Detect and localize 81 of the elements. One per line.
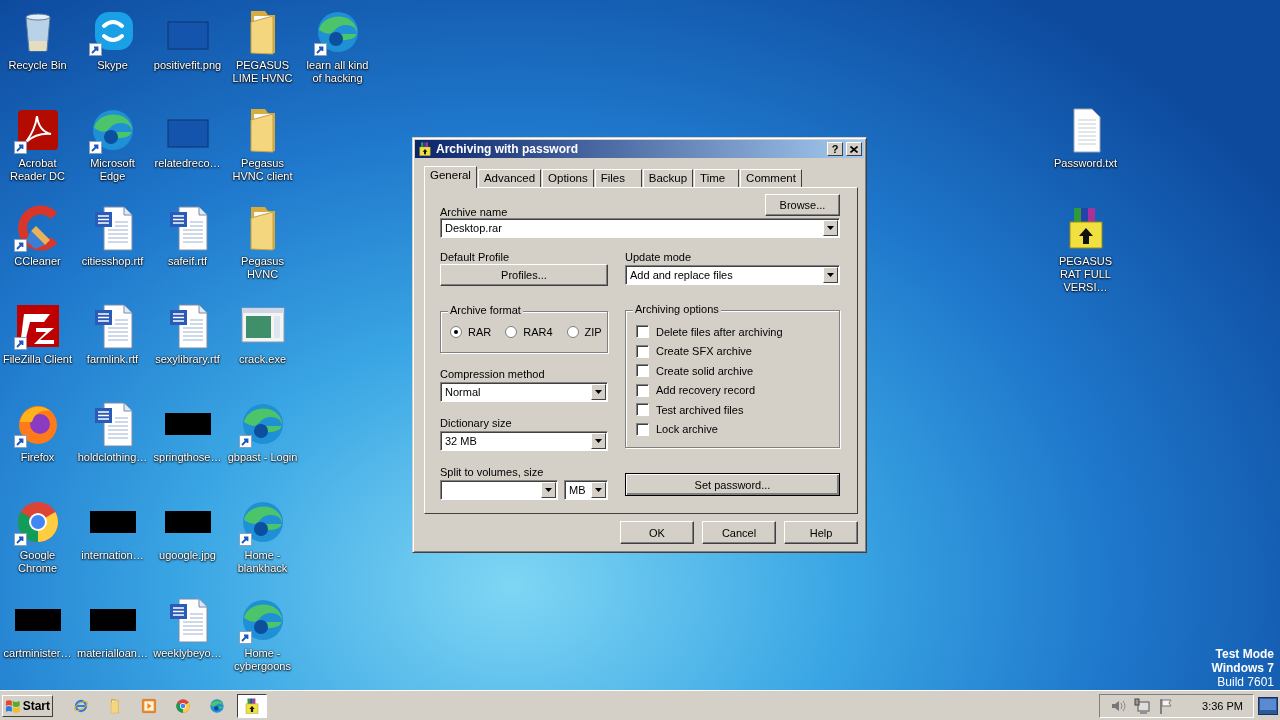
icon-label[interactable]: Acrobat Reader DC bbox=[1, 157, 74, 183]
watermark-text: Test Mode bbox=[1214, 647, 1274, 661]
tab[interactable]: Advanced bbox=[477, 169, 542, 187]
icon-label[interactable]: CCleaner bbox=[14, 255, 61, 268]
archive-box-icon bbox=[417, 141, 433, 157]
close-icon bbox=[850, 145, 858, 153]
network-icon bbox=[1134, 697, 1151, 714]
group-title: Archive format bbox=[448, 304, 523, 316]
radio-option[interactable]: RAR bbox=[450, 326, 492, 338]
caret-icon bbox=[595, 439, 602, 443]
icon-label[interactable]: relatedreco… bbox=[154, 157, 221, 170]
profiles-button[interactable]: Profiles... bbox=[440, 264, 608, 286]
icon-label[interactable]: Password.txt bbox=[1054, 157, 1117, 170]
watermark-text: Windows 7 bbox=[1211, 661, 1274, 675]
dropdown[interactable]: Normal bbox=[440, 382, 608, 402]
caret-icon bbox=[545, 488, 552, 492]
window-title: Archiving with password bbox=[436, 142, 580, 156]
icon-label[interactable]: farmlink.rtf bbox=[86, 353, 139, 366]
icon-label[interactable]: Firefox bbox=[20, 451, 55, 464]
caret-icon bbox=[827, 226, 834, 230]
field-label: Default Profile bbox=[440, 251, 511, 263]
media-player-icon bbox=[141, 697, 157, 714]
close-button[interactable] bbox=[846, 142, 862, 156]
help-button[interactable]: ? bbox=[827, 142, 843, 156]
checkbox-option[interactable]: Add recovery record bbox=[626, 383, 839, 397]
tab[interactable]: Time bbox=[694, 169, 740, 187]
dropdown[interactable] bbox=[440, 480, 558, 500]
radio-option[interactable]: ZIP bbox=[566, 326, 602, 338]
icon-label[interactable]: PEGASUS LIME HVNC bbox=[226, 59, 299, 85]
caret-icon bbox=[827, 273, 834, 277]
field-label: Dictionary size bbox=[440, 417, 513, 429]
icon-label[interactable]: PEGASUS RAT FULL VERSI… bbox=[1049, 255, 1122, 294]
clock[interactable]: 3:36 PM bbox=[1202, 699, 1243, 712]
dropdown[interactable]: MB bbox=[564, 480, 608, 500]
icon-label[interactable]: positivefit.png bbox=[153, 59, 222, 72]
radio-option[interactable]: RAR4 bbox=[505, 326, 553, 338]
archive-box-icon bbox=[243, 696, 261, 715]
set-password-button[interactable]: Set password... bbox=[625, 473, 840, 496]
dialog-button[interactable]: Help bbox=[784, 521, 858, 544]
icon-label[interactable]: Pegasus HVNC bbox=[226, 255, 299, 281]
checkbox-option[interactable]: Create SFX archive bbox=[626, 344, 839, 358]
show-desktop-icon bbox=[1258, 696, 1278, 715]
dropdown[interactable]: Desktop.rar bbox=[440, 218, 840, 238]
tab[interactable]: Comment bbox=[740, 169, 802, 187]
ie-browser-icon bbox=[73, 697, 89, 714]
browse-button[interactable]: Browse... bbox=[765, 194, 840, 216]
taskbar-button[interactable] bbox=[237, 693, 267, 718]
chrome-browser-icon bbox=[175, 697, 191, 714]
icon-label[interactable]: Skype bbox=[97, 59, 128, 72]
field-label: Archive name bbox=[440, 206, 508, 218]
icon-label[interactable]: safeif.rtf bbox=[167, 255, 208, 268]
flag-icon bbox=[1158, 697, 1175, 714]
checkbox-option[interactable]: Create solid archive bbox=[626, 364, 839, 378]
icon-label[interactable]: Pegasus HVNC client bbox=[226, 157, 299, 183]
icon-label[interactable]: Recycle Bin bbox=[8, 59, 67, 72]
checkbox-option[interactable]: Lock archive bbox=[626, 422, 839, 436]
icon-label[interactable]: citiesshop.rtf bbox=[81, 255, 144, 268]
tab[interactable]: Options bbox=[542, 169, 594, 187]
checkbox-option[interactable]: Test archived files bbox=[626, 403, 839, 417]
icon-label[interactable]: Microsoft Edge bbox=[76, 157, 149, 183]
caret-icon bbox=[595, 390, 602, 394]
tab[interactable]: General bbox=[424, 166, 477, 188]
group-title: Archiving options bbox=[633, 303, 721, 315]
checkbox-option[interactable]: Delete files after archiving bbox=[626, 325, 839, 339]
dialog-button[interactable]: OK bbox=[620, 521, 694, 544]
windows-flag-icon bbox=[5, 698, 21, 713]
caret-icon bbox=[595, 488, 602, 492]
field-label: Compression method bbox=[440, 368, 546, 380]
tab[interactable]: Backup bbox=[642, 169, 694, 187]
edge-browser-icon bbox=[209, 697, 225, 714]
start-button[interactable]: Start bbox=[2, 694, 53, 717]
icon-label[interactable]: FileZilla Client bbox=[2, 353, 73, 366]
field-label: Update mode bbox=[625, 251, 693, 263]
icon-label[interactable]: cartminister… bbox=[3, 647, 72, 660]
dropdown[interactable]: 32 MB bbox=[440, 431, 608, 451]
dropdown[interactable]: Add and replace files bbox=[625, 265, 840, 285]
watermark-text: Build 7601 bbox=[1216, 675, 1274, 689]
icon-label[interactable]: learn all kind of hacking bbox=[301, 59, 374, 85]
tab[interactable]: Files bbox=[594, 169, 642, 187]
field-label: Split to volumes, size bbox=[440, 466, 545, 478]
dialog-button[interactable]: Cancel bbox=[702, 521, 776, 544]
